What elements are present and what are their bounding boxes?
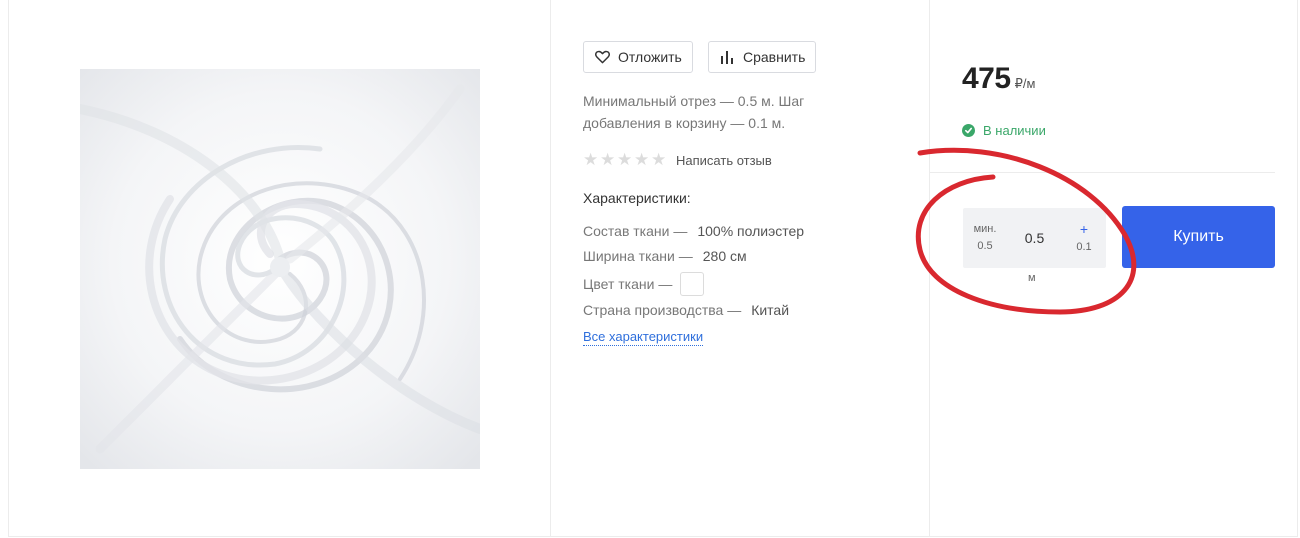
spec-composition: Состав ткани — 100% полиэстер: [583, 223, 804, 239]
write-review-link[interactable]: Написать отзыв: [676, 153, 772, 168]
quantity-increment-button[interactable]: + 0.1: [1062, 208, 1106, 268]
plus-icon: +: [1079, 221, 1089, 237]
check-circle-icon: [962, 124, 975, 137]
rating-stars[interactable]: ★ ★ ★ ★ ★: [583, 151, 667, 168]
spec-label: Ширина ткани —: [583, 248, 693, 264]
spec-country: Страна производства — Китай: [583, 302, 789, 318]
star-icon[interactable]: ★: [600, 151, 616, 168]
product-description: Минимальный отрез — 0.5 м. Шаг добавлени…: [583, 93, 805, 131]
spec-color: Цвет ткани —: [583, 272, 705, 296]
defer-button[interactable]: Отложить: [583, 41, 693, 73]
min-value: 0.5: [977, 240, 993, 252]
stock-label: В наличии: [983, 123, 1046, 138]
column-divider: [550, 0, 551, 537]
defer-label: Отложить: [618, 49, 682, 65]
quantity-unit: м: [1028, 272, 1036, 284]
spec-value: Китай: [751, 302, 790, 318]
price: 475 ₽/м: [962, 62, 1035, 96]
spec-width: Ширина ткани — 280 см: [583, 248, 747, 264]
product-image[interactable]: [80, 69, 480, 469]
star-icon[interactable]: ★: [617, 151, 633, 168]
quantity-stepper: мин. 0.5 + 0.1: [963, 208, 1106, 268]
spec-label: Состав ткани —: [583, 223, 688, 239]
star-icon[interactable]: ★: [651, 151, 667, 168]
min-label: мин.: [973, 223, 997, 235]
star-icon[interactable]: ★: [583, 151, 599, 168]
heart-icon: [594, 49, 610, 65]
spec-label: Страна производства —: [583, 302, 742, 318]
all-specs-link[interactable]: Все характеристики: [583, 329, 704, 346]
step-value: 0.1: [1076, 241, 1092, 253]
spec-value: 100% полиэстер: [697, 223, 805, 239]
quantity-decrement-button[interactable]: мин. 0.5: [963, 208, 1007, 268]
star-icon[interactable]: ★: [634, 151, 650, 168]
compare-label: Сравнить: [743, 49, 806, 65]
specs-title: Характеристики:: [583, 190, 691, 206]
price-value: 475: [962, 62, 1011, 95]
price-unit: ₽/м: [1014, 76, 1036, 91]
buy-button[interactable]: Купить: [1122, 206, 1275, 268]
color-swatch: [680, 272, 705, 296]
spec-value: 280 см: [702, 248, 747, 264]
divider: [930, 172, 1275, 173]
compare-button[interactable]: Сравнить: [708, 41, 817, 73]
quantity-input[interactable]: [1007, 208, 1062, 268]
stock-status: В наличии: [962, 123, 1046, 138]
product-rating: ★ ★ ★ ★ ★ Написать отзыв: [583, 151, 772, 168]
column-divider: [929, 0, 930, 537]
bar-chart-icon: [719, 49, 735, 65]
spec-label: Цвет ткани —: [583, 276, 673, 292]
